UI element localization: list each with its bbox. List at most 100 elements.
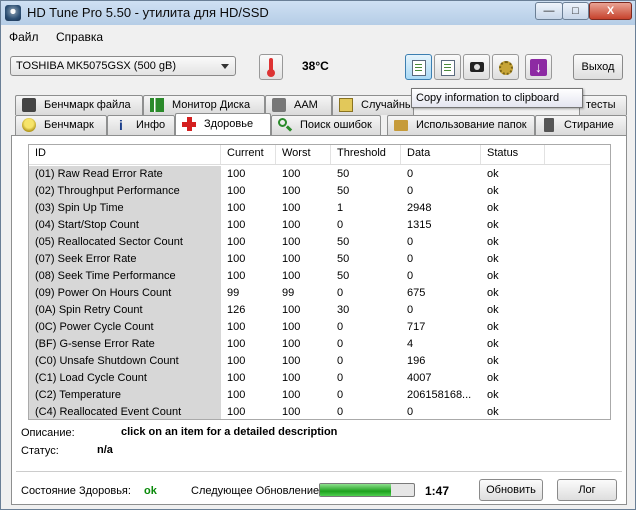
lightbulb-icon bbox=[22, 118, 36, 132]
cell-id: (08) Seek Time Performance bbox=[29, 268, 221, 285]
cell-threshold: 50 bbox=[337, 253, 350, 265]
tab-disk-monitor[interactable]: Монитор Диска bbox=[143, 95, 265, 115]
drive-select[interactable]: TOSHIBA MK5075GSX (500 gB) bbox=[10, 56, 236, 76]
table-row[interactable]: (07) Seek Error Rate 100 100 50 0 ok bbox=[29, 251, 610, 268]
options-button[interactable] bbox=[492, 54, 519, 80]
status-label: Статус: bbox=[21, 445, 59, 457]
title-bar[interactable]: HD Tune Pro 5.50 - утилита для HD/SSD — … bbox=[1, 1, 635, 25]
cell-worst: 100 bbox=[282, 304, 301, 316]
drive-select-value: TOSHIBA MK5075GSX (500 gB) bbox=[16, 60, 176, 72]
table-row[interactable]: (BF) G-sense Error Rate 100 100 0 4 ok bbox=[29, 336, 610, 353]
tab-aam[interactable]: AAM bbox=[265, 95, 332, 115]
tab-info[interactable]: i Инфо bbox=[107, 115, 175, 135]
log-button[interactable]: Лог bbox=[557, 479, 617, 501]
cell-status: ok bbox=[487, 202, 499, 214]
cell-current: 100 bbox=[227, 202, 246, 214]
column-header-status[interactable]: Status bbox=[481, 145, 545, 164]
cell-status: ok bbox=[487, 372, 499, 384]
exit-arrow-icon: ↓ bbox=[530, 59, 547, 76]
tab-health[interactable]: Здоровье bbox=[175, 113, 271, 135]
cell-worst: 100 bbox=[282, 406, 301, 418]
close-button[interactable]: X bbox=[589, 2, 632, 20]
cell-worst: 100 bbox=[282, 270, 301, 282]
cell-status: ok bbox=[487, 168, 499, 180]
description-label: Описание: bbox=[21, 427, 75, 439]
cell-status: ok bbox=[487, 185, 499, 197]
table-row[interactable]: (0C) Power Cycle Count 100 100 0 717 ok bbox=[29, 319, 610, 336]
table-row[interactable]: (01) Raw Read Error Rate 100 100 50 0 ok bbox=[29, 166, 610, 183]
gear-icon bbox=[499, 61, 513, 75]
cell-status: ok bbox=[487, 219, 499, 231]
tab-file-benchmark[interactable]: Бенчмарк файла bbox=[15, 95, 143, 115]
cell-threshold: 0 bbox=[337, 338, 344, 350]
cell-id: (BF) G-sense Error Rate bbox=[29, 336, 221, 353]
cell-status: ok bbox=[487, 321, 499, 333]
tab-benchmark[interactable]: Бенчмарк bbox=[15, 115, 107, 135]
copy-info-button[interactable] bbox=[405, 54, 432, 80]
cell-worst: 100 bbox=[282, 219, 301, 231]
cell-status: ok bbox=[487, 304, 499, 316]
magnifier-icon bbox=[278, 118, 293, 132]
table-row[interactable]: (0A) Spin Retry Count 126 100 30 0 ok bbox=[29, 302, 610, 319]
cell-current: 126 bbox=[227, 304, 246, 316]
tab-error-scan[interactable]: Поиск ошибок bbox=[271, 115, 381, 135]
minimize-button[interactable]: — bbox=[535, 2, 563, 20]
smart-table[interactable]: ID Current Worst Threshold Data Status (… bbox=[28, 144, 611, 420]
cell-data: 2948 bbox=[407, 202, 432, 214]
menu-help[interactable]: Справка bbox=[56, 30, 103, 44]
cell-threshold: 0 bbox=[337, 355, 344, 367]
cell-current: 100 bbox=[227, 219, 246, 231]
table-row[interactable]: (C0) Unsafe Shutdown Count 100 100 0 196 ok bbox=[29, 353, 610, 370]
cell-id: (01) Raw Read Error Rate bbox=[29, 166, 221, 183]
exit-button[interactable]: Выход bbox=[573, 54, 623, 80]
cell-status: ok bbox=[487, 253, 499, 265]
column-header-worst[interactable]: Worst bbox=[276, 145, 331, 164]
copy-screen-button[interactable] bbox=[434, 54, 461, 80]
table-row[interactable]: (05) Reallocated Sector Count 100 100 50 0 ok bbox=[29, 234, 610, 251]
table-header: ID Current Worst Threshold Data Status bbox=[29, 145, 610, 165]
column-header-id[interactable]: ID bbox=[29, 145, 221, 164]
table-row[interactable]: (04) Start/Stop Count 100 100 0 1315 ok bbox=[29, 217, 610, 234]
cell-data: 1315 bbox=[407, 219, 432, 231]
copy-clipboard-icon bbox=[412, 60, 426, 76]
exit-icon-button[interactable]: ↓ bbox=[525, 54, 552, 80]
monitor-chart-icon bbox=[150, 98, 164, 112]
screenshot-button[interactable] bbox=[463, 54, 490, 80]
cell-worst: 100 bbox=[282, 168, 301, 180]
table-row[interactable]: (02) Throughput Performance 100 100 50 0 ok bbox=[29, 183, 610, 200]
next-update-label: Следующее Обновление: bbox=[191, 485, 323, 497]
medical-cross-icon bbox=[182, 117, 196, 131]
table-row[interactable]: (C1) Load Cycle Count 100 100 0 4007 ok bbox=[29, 370, 610, 387]
cell-worst: 100 bbox=[282, 321, 301, 333]
tab-erase[interactable]: Стирание bbox=[535, 115, 627, 135]
column-header-threshold[interactable]: Threshold bbox=[331, 145, 401, 164]
cell-id: (02) Throughput Performance bbox=[29, 183, 221, 200]
cell-worst: 100 bbox=[282, 372, 301, 384]
table-row[interactable]: (C2) Temperature 100 100 0 206158168... ok bbox=[29, 387, 610, 404]
cell-threshold: 0 bbox=[337, 389, 344, 401]
table-row[interactable]: (C4) Reallocated Event Count 100 100 0 0 ok bbox=[29, 404, 610, 419]
cell-data: 4007 bbox=[407, 372, 432, 384]
column-header-current[interactable]: Current bbox=[221, 145, 276, 164]
menu-bar: Файл Справка bbox=[1, 27, 635, 47]
cell-threshold: 50 bbox=[337, 236, 350, 248]
column-header-data[interactable]: Data bbox=[401, 145, 481, 164]
tab-extra-tests[interactable]: тесты bbox=[579, 95, 627, 115]
cell-id: (C4) Reallocated Event Count bbox=[29, 404, 221, 419]
cell-data: 0 bbox=[407, 406, 414, 418]
cell-current: 100 bbox=[227, 338, 246, 350]
table-row[interactable]: (08) Seek Time Performance 100 100 50 0 ok bbox=[29, 268, 610, 285]
cell-current: 100 bbox=[227, 253, 246, 265]
menu-file[interactable]: Файл bbox=[9, 30, 39, 44]
health-value: ok bbox=[144, 485, 157, 497]
maximize-button[interactable]: □ bbox=[562, 2, 589, 20]
tab-folder-usage[interactable]: Использование папок bbox=[387, 115, 535, 135]
cell-current: 100 bbox=[227, 372, 246, 384]
refresh-button[interactable]: Обновить bbox=[479, 479, 543, 501]
next-update-time: 1:47 bbox=[425, 484, 450, 498]
tab-random[interactable]: Случайный bbox=[332, 95, 419, 115]
table-row[interactable]: (03) Spin Up Time 100 100 1 2948 ok bbox=[29, 200, 610, 217]
cell-worst: 100 bbox=[282, 338, 301, 350]
table-row[interactable]: (09) Power On Hours Count 99 99 0 675 ok bbox=[29, 285, 610, 302]
cell-status: ok bbox=[487, 236, 499, 248]
